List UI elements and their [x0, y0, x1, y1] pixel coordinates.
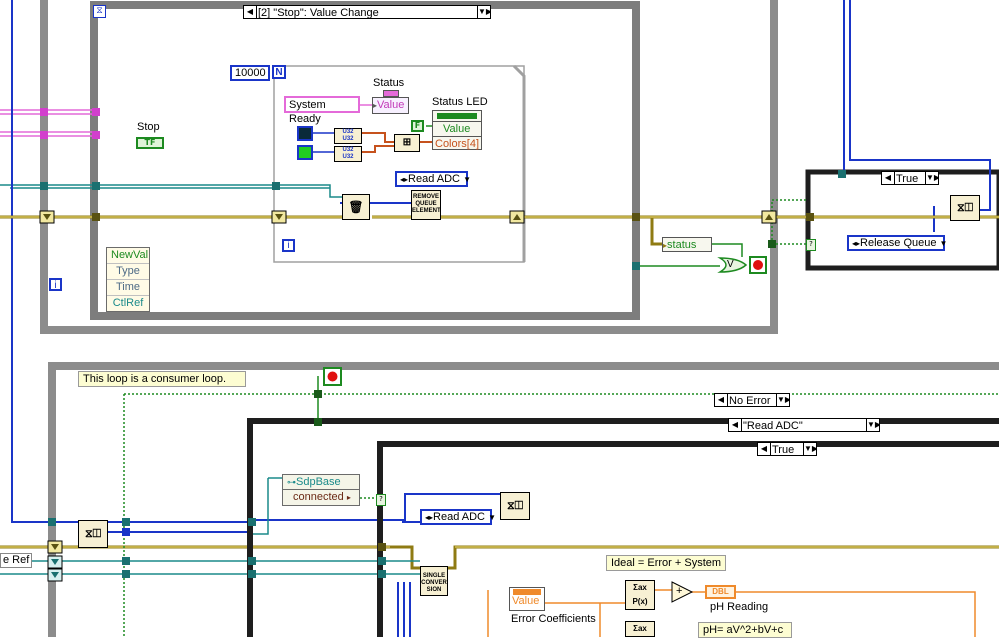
led-value-row: Value: [433, 121, 481, 136]
ph-formula-comment: pH= aV^2+bV+c: [698, 622, 792, 638]
color-constant-dark[interactable]: [297, 126, 313, 141]
ph-reading-label: pH Reading: [710, 601, 769, 613]
next-case-icon[interactable]: ▼▶: [803, 443, 816, 455]
dropdown-icon: ▼: [488, 513, 496, 522]
inner-loop-iteration-terminal: i: [282, 239, 295, 252]
release-queue-node[interactable]: ⧖◫: [950, 195, 980, 221]
event-timeout-icon[interactable]: ⧖: [93, 5, 106, 18]
prev-case-icon[interactable]: ◀: [729, 419, 742, 431]
true-case-selector[interactable]: ◀ True ▼▶: [757, 442, 817, 456]
error-coefficients-constant[interactable]: Value: [509, 587, 545, 611]
remove-queue-element-node[interactable]: REMOVE QUEUE ELEMENT: [411, 190, 441, 220]
release-queue-case-selector[interactable]: ◀ True ▼▶: [881, 171, 939, 185]
read-adc-enum-bottom[interactable]: ◂▸Read ADC ▼: [420, 509, 496, 525]
loop-count-constant[interactable]: 10000: [230, 65, 270, 81]
status-indicator-icon: [383, 90, 399, 97]
outer-loop-iteration-terminal: i: [49, 278, 62, 291]
status-led-property-node[interactable]: Value Colors[4]: [432, 110, 482, 150]
next-case-icon[interactable]: ▼▶: [866, 419, 879, 431]
consumer-loop-comment: This loop is a consumer loop.: [78, 371, 246, 387]
event-data-time: Time: [107, 280, 149, 296]
case-selector-terminal[interactable]: ?: [376, 494, 386, 506]
event-data-node[interactable]: NewVal Type Time CtlRef: [106, 247, 150, 312]
loop-count-terminal: N: [272, 65, 286, 79]
ideal-comment: Ideal = Error + System: [606, 555, 726, 571]
read-adc-case-selector[interactable]: ◀ "Read ADC" ▼▶: [728, 418, 880, 432]
status-value-property[interactable]: ▸Value: [372, 97, 409, 114]
or-label: V: [727, 259, 734, 270]
enum-arrow-icon: ◂▸: [400, 175, 409, 184]
status-led-label: Status LED: [432, 96, 488, 108]
block-diagram-canvas[interactable]: [0, 0, 999, 637]
queue-icon-node[interactable]: 🗑: [342, 194, 370, 220]
polynomial-eval-node-1[interactable]: Σax P(x): [625, 580, 655, 610]
led-header-icon: [437, 113, 477, 119]
polynomial-eval-node-2[interactable]: Σax: [625, 621, 655, 637]
single-conversion-node[interactable]: SINGLE CONVER SION: [420, 566, 448, 596]
true-case-structure[interactable]: [377, 441, 999, 637]
no-error-case-selector[interactable]: ◀ No Error ▼▶: [714, 393, 790, 407]
next-case-icon[interactable]: ▼▶: [925, 172, 938, 184]
dequeue-element-node[interactable]: ⧖◫: [78, 520, 108, 548]
stop-label: Stop: [137, 121, 160, 133]
event-case-selector[interactable]: ◀ [2] "Stop": Value Change ▼▶: [243, 5, 491, 19]
link-icon: ⊶: [287, 477, 296, 487]
led-colors-row: Colors[4]: [433, 136, 481, 150]
error-coefficients-label: Error Coefficients: [511, 613, 596, 625]
sigma-icon: Σax: [633, 583, 647, 592]
prev-case-icon[interactable]: ◀: [758, 443, 771, 455]
dropdown-icon: ▼: [939, 239, 948, 248]
stop-terminal-top[interactable]: [749, 256, 767, 274]
enqueue-element-node[interactable]: ⧖◫: [500, 492, 530, 520]
next-case-icon[interactable]: ▼▶: [477, 6, 490, 18]
event-data-newval: NewVal: [107, 248, 149, 264]
ref-label: e Ref: [0, 553, 33, 568]
add-symbol: +: [676, 585, 683, 597]
color-constant-green[interactable]: [297, 145, 313, 160]
arrow-icon: ▸: [346, 493, 351, 502]
enum-arrow-icon: ◂▸: [852, 239, 861, 248]
next-case-icon[interactable]: ▼▶: [776, 394, 789, 406]
release-queue-enum[interactable]: ◂▸Release Queue ▼: [847, 235, 948, 251]
u32-convert-2[interactable]: U32 U32: [334, 146, 362, 162]
sdpbase-property-node[interactable]: ⊶SdpBase connected ▸: [282, 474, 360, 506]
build-array-node[interactable]: ⊞: [394, 134, 420, 152]
prev-case-icon[interactable]: ◀: [244, 6, 257, 18]
prev-case-icon[interactable]: ◀: [882, 172, 895, 184]
sigma-icon: Σax: [633, 624, 647, 633]
event-structure[interactable]: [90, 1, 640, 320]
read-adc-enum-top[interactable]: ◂▸Read ADC ▼: [395, 171, 471, 187]
status-label: Status: [373, 77, 405, 89]
stop-terminal-bottom[interactable]: [323, 367, 342, 386]
stop-control-terminal[interactable]: TF: [136, 137, 164, 149]
status-unbundle[interactable]: ▸status: [662, 237, 712, 252]
event-data-type: Type: [107, 264, 149, 280]
event-data-ctlref: CtlRef: [112, 297, 144, 309]
u32-convert-1[interactable]: U32 U32: [334, 128, 362, 144]
enum-arrow-icon: ◂▸: [425, 513, 434, 522]
dropdown-icon: ▼: [463, 175, 471, 184]
ph-reading-indicator[interactable]: DBL: [705, 585, 736, 599]
release-case-selector-terminal[interactable]: ?: [806, 239, 816, 251]
prev-case-icon[interactable]: ◀: [715, 394, 728, 406]
connected-property[interactable]: connected ▸: [283, 489, 359, 505]
system-ready-constant[interactable]: System Ready: [284, 96, 360, 125]
false-constant[interactable]: F: [411, 120, 424, 132]
